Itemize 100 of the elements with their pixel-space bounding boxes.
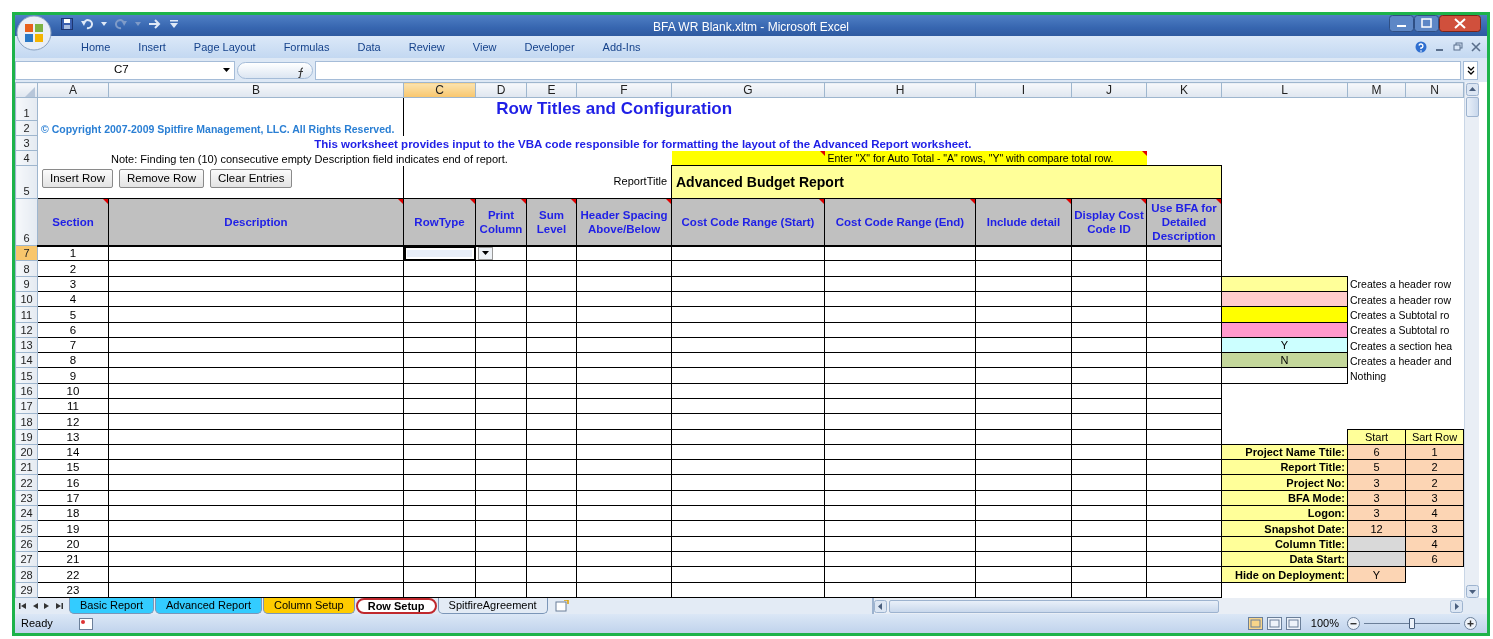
field-label: ReportTitle [576,165,672,199]
table-cell[interactable] [403,520,476,537]
sheet-button[interactable]: Remove Row [118,168,204,188]
sheet-button[interactable]: Clear Entries [210,168,293,188]
ribbon-tab[interactable]: Insert [124,38,180,56]
table-cell[interactable] [403,490,476,506]
sheet-tab[interactable]: Row Setup [355,598,437,614]
column-header[interactable]: D [475,82,527,98]
table-cell[interactable] [403,337,476,353]
record-macro-icon[interactable] [78,617,93,630]
ribbon-tab[interactable]: Home [67,38,125,56]
column-header[interactable]: J [1071,82,1147,98]
table-cell[interactable] [403,536,476,552]
last-sheet-icon[interactable] [55,602,63,610]
scroll-right-icon[interactable] [1450,599,1463,613]
column-header[interactable]: N [1405,82,1464,98]
row-header[interactable]: 6 [15,198,38,246]
column-header[interactable]: F [576,82,672,98]
table-cell[interactable] [403,505,476,521]
column-heading: Start [1347,429,1406,445]
table-cell[interactable] [403,367,476,384]
report-title-cell: Advanced Budget Report [671,165,1222,199]
save-icon[interactable] [61,18,73,30]
arrow-icon[interactable] [149,19,162,29]
column-header[interactable]: G [671,82,825,98]
table-cell: 20 [37,536,109,552]
row-header[interactable]: 1 [15,97,38,121]
previous-sheet-icon[interactable] [31,602,39,610]
sheet-tab[interactable]: Column Setup [263,598,355,614]
column-header[interactable]: K [1146,82,1222,98]
undo-icon[interactable] [81,18,93,30]
zoom-in-icon[interactable] [1464,617,1477,630]
ribbon-tab[interactable]: Review [394,38,459,56]
table-cell[interactable] [403,551,476,567]
table-cell[interactable] [403,474,476,491]
scroll-thumb[interactable] [889,599,1219,613]
sheet-tab[interactable]: Basic Report [69,598,154,614]
column-header[interactable]: L [1221,82,1348,98]
fx-icon [296,67,306,79]
ribbon-tab[interactable]: View [458,38,511,56]
chevron-icon[interactable] [1466,65,1475,75]
zoom-slider[interactable] [1364,617,1460,630]
next-sheet-icon[interactable] [43,602,51,610]
table-cell[interactable] [403,291,476,307]
ribbon-tab[interactable]: Page Layout [179,38,270,56]
scroll-down-icon[interactable] [1465,585,1479,598]
table-cell[interactable] [403,582,476,598]
column-header[interactable]: C [403,82,476,98]
name-box[interactable]: C7 [15,60,235,80]
sheet-button[interactable]: Insert Row [42,168,113,188]
table-cell[interactable] [403,444,476,460]
table-cell: 9 [37,367,109,384]
first-sheet-icon[interactable] [19,602,27,610]
table-cell[interactable] [403,322,476,338]
customize-icon[interactable] [170,20,178,28]
caret-icon[interactable] [482,251,489,255]
expand-button[interactable] [1463,60,1478,80]
table-cell[interactable] [403,306,476,322]
column-header[interactable]: I [975,82,1072,98]
column-header[interactable]: M [1347,82,1406,98]
table-cell[interactable] [403,398,476,414]
legend-text: Creates a header and [1347,352,1464,368]
table-cell[interactable] [403,276,476,292]
table-cell[interactable] [403,352,476,368]
scroll-up-icon[interactable] [1465,83,1479,96]
table-cell[interactable] [403,413,476,430]
dropdown-icon[interactable] [223,68,230,72]
slider-thumb[interactable] [1409,618,1415,629]
minimize-icon[interactable] [1389,15,1414,32]
ribbon-tab[interactable]: Data [343,38,395,56]
scroll-left-icon[interactable] [874,599,887,613]
column-header[interactable]: A [37,82,109,98]
page-break-icon[interactable] [1285,617,1301,630]
table-cell[interactable] [403,566,476,583]
column-heading: Section [37,198,109,246]
column-header[interactable]: B [108,82,404,98]
restore-icon[interactable] [1453,42,1463,52]
status-text: Ready [21,616,53,632]
legend-text: Nothing [1347,367,1464,384]
close-icon[interactable] [1439,15,1481,32]
ribbon-tab[interactable]: Developer [510,38,589,56]
formula-field[interactable] [315,60,1461,80]
page-layout-icon[interactable] [1266,617,1282,630]
zoom-out-icon[interactable] [1347,617,1360,630]
column-heading: RowType [403,198,476,246]
ribbon-tab[interactable]: Formulas [269,38,344,56]
row-header[interactable]: 5 [15,165,38,199]
scroll-thumb[interactable] [1465,97,1479,117]
table-cell[interactable] [403,383,476,399]
help-icon[interactable] [1415,41,1427,53]
table-cell[interactable] [403,459,476,475]
normal-view-icon[interactable] [1247,617,1263,630]
sheet-tab[interactable]: Advanced Report [155,598,262,614]
column-header[interactable]: E [526,82,577,98]
ribbon-tab[interactable]: Add-Ins [588,38,655,56]
table-cell[interactable] [403,260,476,277]
maximize-icon[interactable] [1414,15,1439,32]
table-cell[interactable] [403,429,476,445]
column-header[interactable]: H [824,82,976,98]
column-heading: Cost Code Range (End) [824,198,976,246]
